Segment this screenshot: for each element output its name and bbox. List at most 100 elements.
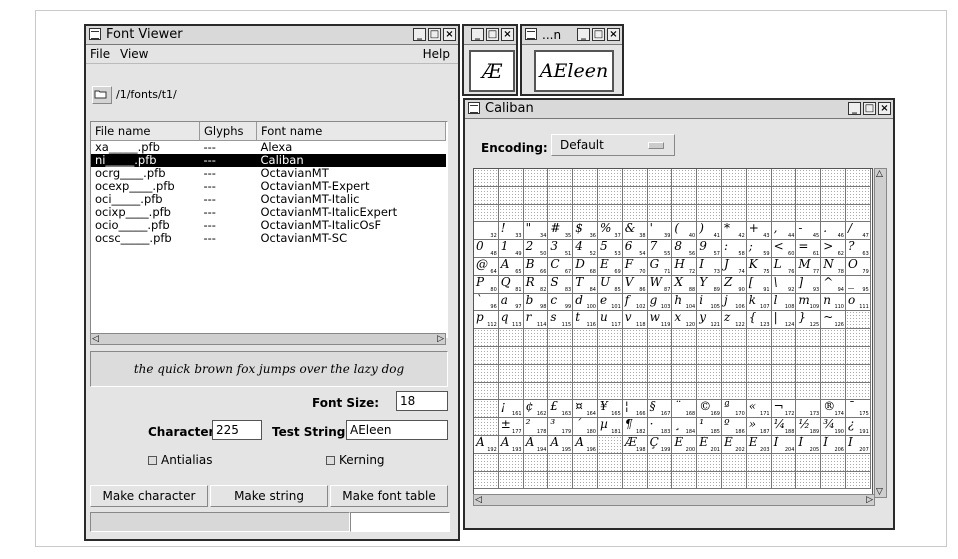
- glyph-cell[interactable]: _ 95: [846, 275, 871, 294]
- glyph-cell[interactable]: 1 49: [498, 240, 524, 258]
- glyph-cell[interactable]: k 107: [746, 293, 772, 312]
- glyph-cell[interactable]: [722, 169, 747, 187]
- glyph-cell[interactable]: ´ 180: [573, 418, 598, 436]
- glyph-cell[interactable]: Ç 199: [647, 436, 673, 454]
- close-icon[interactable]: ×: [607, 28, 620, 41]
- glyph-cell[interactable]: j 106: [722, 293, 747, 312]
- glyph-cell[interactable]: ' 39: [647, 222, 673, 241]
- glyph-cell[interactable]: [771, 364, 797, 383]
- glyph-cell[interactable]: A 65: [498, 258, 524, 276]
- glyph-cell[interactable]: [622, 204, 648, 223]
- glyph-cell[interactable]: K 75: [746, 258, 772, 276]
- close-icon[interactable]: ×: [443, 28, 456, 41]
- make-character-button[interactable]: Make character: [90, 485, 208, 507]
- glyph-cell[interactable]: 32: [474, 222, 499, 241]
- close-icon[interactable]: ×: [878, 102, 891, 115]
- glyph-cell[interactable]: r 114: [523, 311, 549, 330]
- glyph-cell[interactable]: [796, 186, 822, 205]
- glyph-cell[interactable]: [474, 400, 499, 419]
- glyph-cell[interactable]: [672, 169, 698, 187]
- glyph-cell[interactable]: +43: [746, 222, 772, 241]
- make-font-table-button[interactable]: Make font table: [330, 485, 448, 507]
- glyph-cell[interactable]: [573, 169, 598, 187]
- glyph-cell[interactable]: [474, 169, 499, 187]
- glyph-cell[interactable]: » 187: [746, 418, 772, 436]
- glyph-cell[interactable]: [622, 347, 648, 365]
- kerning-checkbox[interactable]: [326, 456, 335, 465]
- glyph-cell[interactable]: [573, 204, 598, 223]
- glyph-cell[interactable]: [548, 186, 574, 205]
- glyph-cell[interactable]: [523, 382, 549, 401]
- encoding-dropdown[interactable]: Default: [551, 134, 675, 156]
- glyph-cell[interactable]: [796, 382, 822, 401]
- glyph-cell[interactable]: ¹ 185: [697, 418, 722, 436]
- glyph-cell[interactable]: [474, 471, 499, 490]
- glyph-cell[interactable]: X 88: [672, 275, 698, 294]
- glyph-cell[interactable]: [796, 364, 822, 383]
- glyph-cell[interactable]: b 98: [523, 293, 549, 312]
- column-header-font[interactable]: Font name: [256, 122, 446, 141]
- glyph-cell[interactable]: } 125: [796, 311, 822, 330]
- glyph-cell[interactable]: [548, 329, 574, 347]
- glyph-cell[interactable]: µ 181: [598, 418, 623, 436]
- glyph-cell[interactable]: Z 90: [722, 275, 747, 294]
- glyph-cell[interactable]: [523, 347, 549, 365]
- glyph-cell[interactable]: [771, 329, 797, 347]
- glyph-cell[interactable]: [821, 471, 846, 490]
- column-header-file[interactable]: File name: [91, 122, 200, 141]
- glyph-cell[interactable]: [672, 186, 698, 205]
- glyph-cell[interactable]: [722, 364, 747, 383]
- glyph-cell[interactable]: 0 48: [474, 240, 499, 258]
- glyph-cell[interactable]: T 84: [573, 275, 598, 294]
- glyph-cell[interactable]: [474, 186, 499, 205]
- glyph-cell[interactable]: x 120: [672, 311, 698, 330]
- glyph-cell[interactable]: [647, 204, 673, 223]
- glyph-cell[interactable]: [647, 186, 673, 205]
- glyph-cell[interactable]: Á 193: [498, 436, 524, 454]
- glyph-cell[interactable]: v 118: [622, 311, 648, 330]
- maximize-icon[interactable]: □: [592, 28, 605, 41]
- glyph-cell[interactable]: [722, 347, 747, 365]
- glyph-cell[interactable]: [746, 186, 772, 205]
- window-menu-icon[interactable]: [89, 28, 101, 40]
- glyph-cell[interactable]: [672, 364, 698, 383]
- glyph-cell[interactable]: ~126: [821, 311, 846, 330]
- glyph-cell[interactable]: [796, 471, 822, 490]
- glyph-cell[interactable]: * 42: [722, 222, 747, 241]
- glyph-cell[interactable]: ® 174: [821, 400, 846, 419]
- glyph-cell[interactable]: n 110: [821, 293, 846, 312]
- glyph-cell[interactable]: u 117: [598, 311, 623, 330]
- glyph-cell[interactable]: [573, 364, 598, 383]
- glyph-cell[interactable]: [821, 382, 846, 401]
- glyph-cell[interactable]: [598, 204, 623, 223]
- glyph-cell[interactable]: [746, 382, 772, 401]
- scroll-right-icon[interactable]: ▷: [437, 334, 444, 344]
- glyph-cell[interactable]: (40: [672, 222, 698, 241]
- glyph-cell[interactable]: ¡ 161: [498, 400, 524, 419]
- glyph-cell[interactable]: [548, 471, 574, 490]
- glyph-cell[interactable]: ) 41: [697, 222, 722, 241]
- glyph-cell[interactable]: . 46: [821, 222, 846, 241]
- glyph-cell[interactable]: Ä 196: [573, 436, 598, 454]
- glyph-cell[interactable]: [796, 204, 822, 223]
- glyph-cell[interactable]: 3 51: [548, 240, 574, 258]
- glyph-cell[interactable]: F 70: [622, 258, 648, 276]
- glyph-cell[interactable]: [846, 186, 871, 205]
- minimize-icon[interactable]: _: [848, 102, 861, 115]
- glyph-cell[interactable]: Ì 204: [771, 436, 797, 454]
- glyph-cell[interactable]: y 121: [697, 311, 722, 330]
- glyph-cell[interactable]: ¢ 162: [523, 400, 549, 419]
- glyph-cell[interactable]: [771, 471, 797, 490]
- glyph-cell[interactable]: [622, 329, 648, 347]
- glyph-cell[interactable]: R 82: [523, 275, 549, 294]
- glyph-cell[interactable]: #35: [548, 222, 574, 241]
- glyph-cell[interactable]: [622, 453, 648, 472]
- glyph-cell[interactable]: c 99: [548, 293, 574, 312]
- glyph-cell[interactable]: [846, 471, 871, 490]
- glyph-cell[interactable]: [821, 169, 846, 187]
- glyph-cell[interactable]: ] 93: [796, 275, 822, 294]
- glyph-cell[interactable]: a 97: [498, 293, 524, 312]
- glyph-cell[interactable]: [647, 329, 673, 347]
- glyph-cell[interactable]: Ê 202: [722, 436, 747, 454]
- glyph-cell[interactable]: [722, 471, 747, 490]
